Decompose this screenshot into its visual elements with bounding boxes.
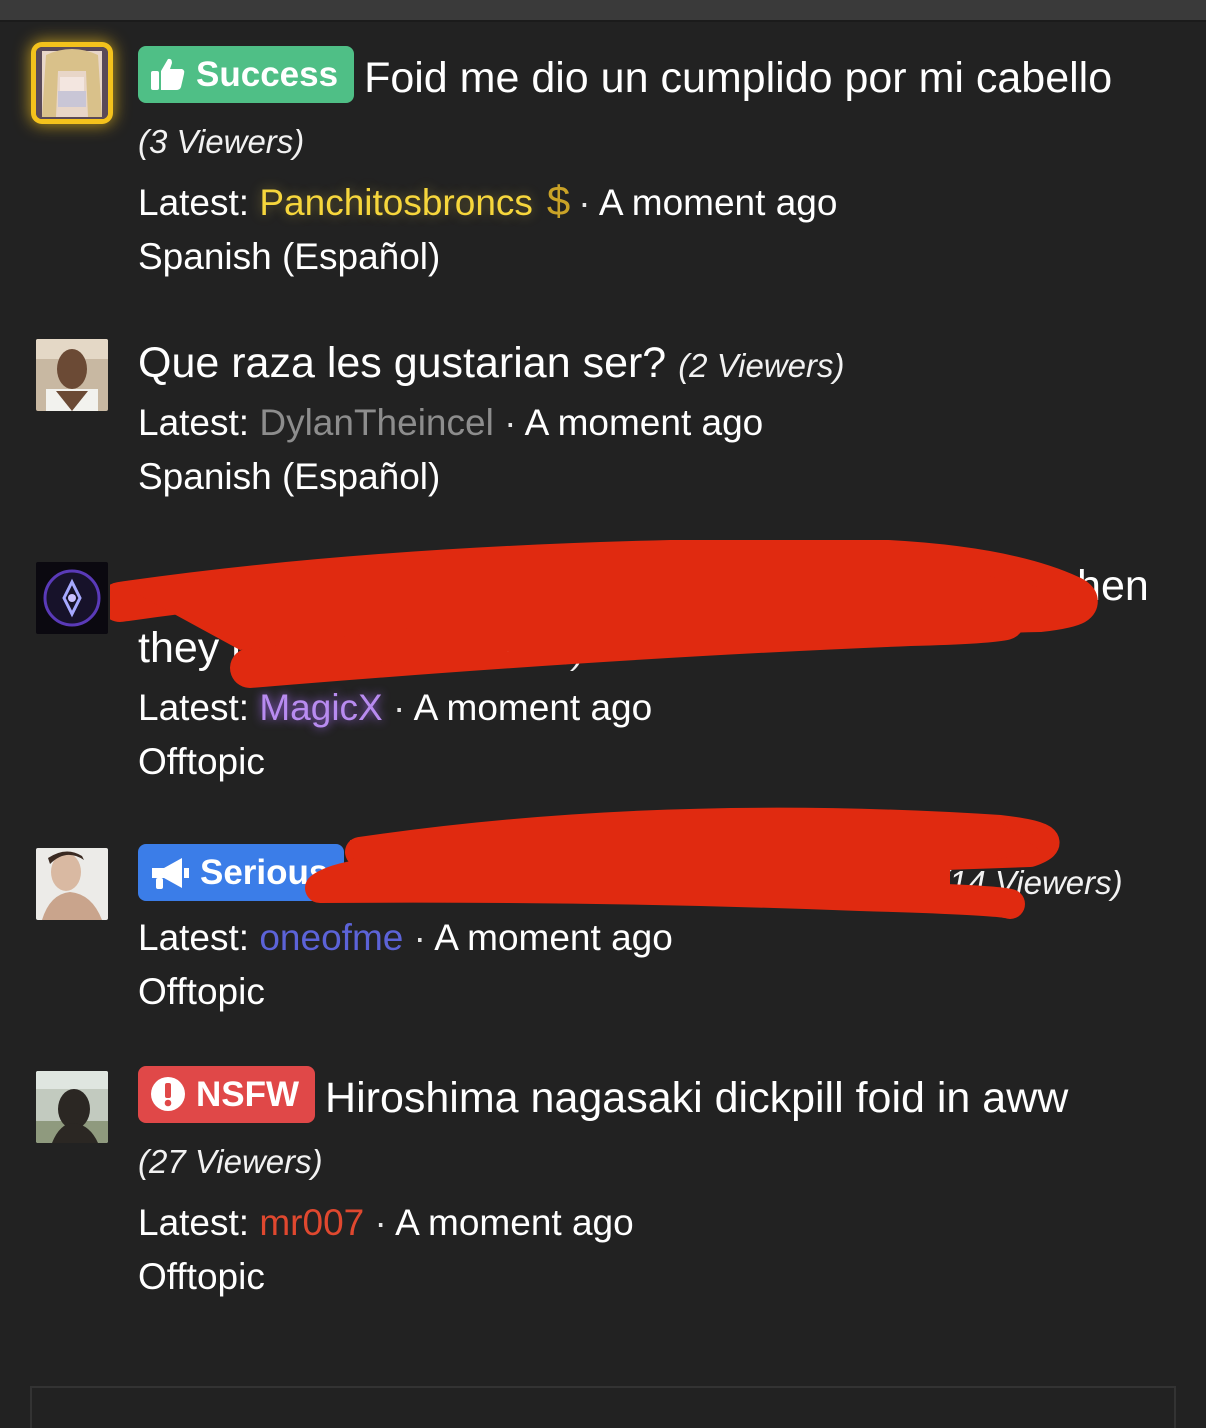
- avatar[interactable]: [36, 339, 108, 411]
- avatar[interactable]: [36, 848, 108, 920]
- timestamp: A moment ago: [434, 917, 673, 958]
- latest-user-link[interactable]: oneofme: [259, 917, 403, 958]
- forum-link[interactable]: Spanish (Español): [138, 230, 1148, 284]
- timestamp: A moment ago: [598, 182, 838, 223]
- latest-label: Latest:: [138, 687, 250, 728]
- badge-label: NSFW: [196, 1075, 300, 1114]
- viewer-count: (8 Viewers): [418, 634, 585, 671]
- prefix-badge-success[interactable]: Success: [138, 46, 355, 103]
- latest-user-link[interactable]: mr007: [259, 1202, 364, 1243]
- prefix-badge-serious[interactable]: Serious: [138, 844, 345, 901]
- viewer-count: (27 Viewers): [138, 1143, 323, 1180]
- avatar[interactable]: [36, 562, 108, 634]
- bottom-panel: [30, 1386, 1176, 1428]
- latest-label: Latest:: [138, 917, 250, 958]
- badge-label: Success: [196, 55, 339, 94]
- thread-title[interactable]: Que raza les gustarian ser?: [138, 339, 666, 387]
- viewer-count: (2 Viewers): [678, 347, 845, 384]
- megaphone-icon: [152, 858, 189, 889]
- latest-user-link[interactable]: DylanTheincel: [259, 402, 493, 443]
- viewer-count: (3 Viewers): [138, 123, 305, 160]
- thread-title[interactable]: Hiroshima nagasaki dickpill foid in aww: [325, 1074, 1068, 1122]
- badge-label: Serious: [200, 853, 329, 892]
- separator: ·: [374, 1202, 387, 1243]
- latest-user-link[interactable]: MagicX: [259, 687, 382, 728]
- top-bar: [0, 0, 1206, 20]
- exclamation-icon: [151, 1077, 185, 1111]
- viewer-count: (14 Viewers): [938, 864, 1123, 901]
- forum-link[interactable]: Spanish (Español): [138, 450, 1148, 504]
- forum-link[interactable]: Offtopic: [138, 965, 1148, 1019]
- avatar[interactable]: [36, 1071, 108, 1143]
- latest-user-link[interactable]: Panchitosbroncs: [259, 182, 533, 223]
- separator: ·: [504, 402, 517, 443]
- prefix-badge-nsfw[interactable]: NSFW: [138, 1066, 316, 1123]
- latest-label: Latest:: [138, 402, 250, 443]
- timestamp: A moment ago: [413, 687, 653, 728]
- thread-title-end[interactable]: when: [1008, 556, 1149, 617]
- forum-link[interactable]: Offtopic: [138, 1250, 1148, 1304]
- latest-label: Latest:: [138, 1202, 250, 1243]
- separator: ·: [578, 182, 591, 223]
- latest-label: Latest:: [138, 182, 250, 223]
- thread-title[interactable]: Foid me dio un cumplido por mi cabello: [364, 54, 1112, 102]
- top-divider: [0, 20, 1206, 22]
- timestamp: A moment ago: [395, 1202, 634, 1243]
- dollar-icon: $: [546, 177, 571, 224]
- separator: ·: [413, 917, 426, 958]
- separator: ·: [393, 687, 406, 728]
- avatar[interactable]: [36, 47, 108, 119]
- forum-link[interactable]: Offtopic: [138, 735, 1148, 789]
- timestamp: A moment ago: [524, 402, 764, 443]
- thumbs-up-icon: [151, 58, 185, 90]
- thread-title-start[interactable]: they re: [138, 618, 269, 679]
